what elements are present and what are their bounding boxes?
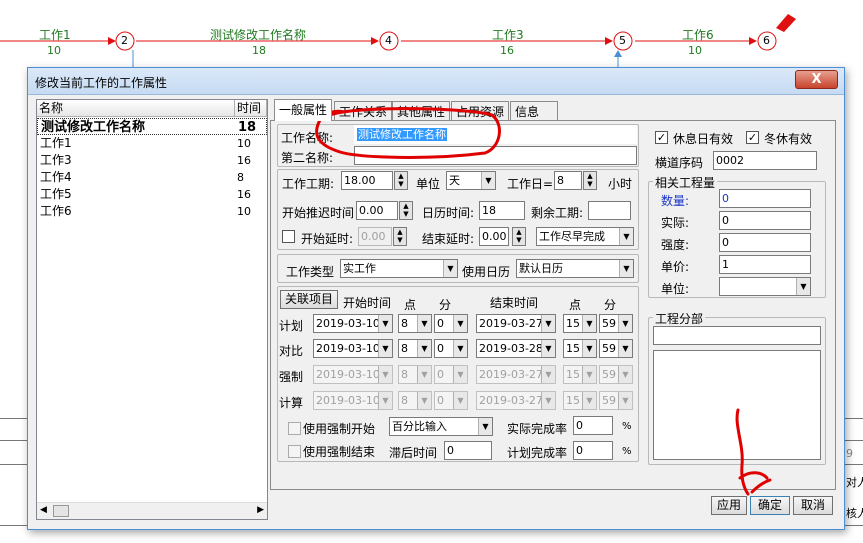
- annotation-ellipse: [315, 107, 501, 159]
- annotation-overlay: [315, 107, 772, 496]
- tab-general[interactable]: 一般属性: [274, 99, 333, 121]
- annotation-arrow: [735, 408, 772, 496]
